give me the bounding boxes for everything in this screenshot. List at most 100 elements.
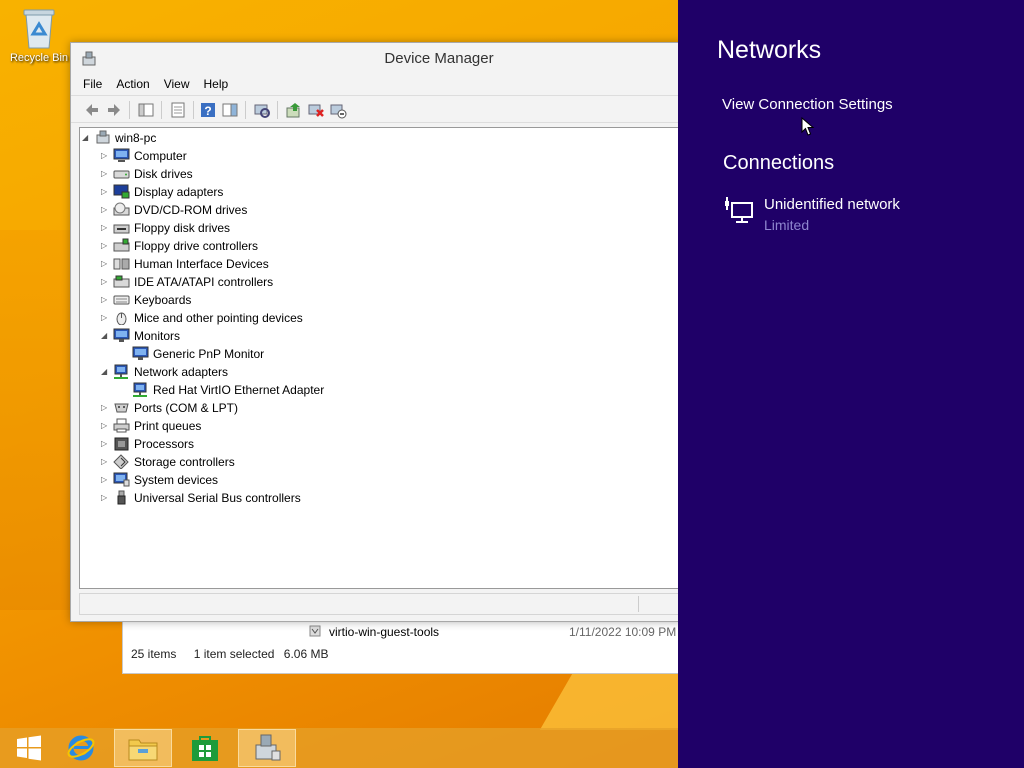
enable-device-icon[interactable]: [329, 101, 347, 119]
expand-arrow-icon[interactable]: ▷: [101, 151, 111, 161]
monitor-icon: [132, 346, 149, 360]
tree-item-label: Storage controllers: [134, 455, 235, 469]
tree-item[interactable]: ▷ DVD/CD-ROM drives: [101, 201, 421, 219]
connections-header: Connections: [723, 152, 835, 174]
collapse-arrow-icon[interactable]: ◢: [82, 133, 92, 143]
connection-status: Limited: [764, 217, 810, 233]
back-arrow-icon[interactable]: [83, 101, 101, 119]
tree-item[interactable]: ▷ Disk drives: [101, 165, 421, 183]
expand-arrow-icon[interactable]: ▷: [101, 439, 111, 449]
tree-item[interactable]: ▷ Print queues: [101, 417, 421, 435]
disk-drive-icon: [113, 170, 130, 179]
scan-hardware-changes-icon[interactable]: [253, 101, 271, 119]
help-icon[interactable]: ?: [199, 101, 217, 119]
tree-item[interactable]: ◢ Network adapters: [101, 363, 421, 381]
tree-item[interactable]: Red Hat VirtIO Ethernet Adapter: [120, 381, 440, 399]
taskbar-store[interactable]: [176, 729, 234, 767]
tree-item[interactable]: ▷ System devices: [101, 471, 421, 489]
tree-item-label: Generic PnP Monitor: [153, 347, 265, 361]
tree-item[interactable]: ▷ Processors: [101, 435, 421, 453]
tree-item-label: Mice and other pointing devices: [134, 311, 303, 325]
expand-arrow-icon[interactable]: ▷: [101, 241, 111, 251]
tree-item[interactable]: ▷ Computer: [101, 147, 421, 165]
tree-item[interactable]: ▷ Floppy disk drives: [101, 219, 421, 237]
tree-item[interactable]: ▷ Ports (COM & LPT): [101, 399, 421, 417]
tree-item-label: Ports (COM & LPT): [134, 401, 239, 415]
tree-item-label: DVD/CD-ROM drives: [134, 203, 248, 217]
view-connection-settings-link[interactable]: View Connection Settings: [722, 96, 893, 113]
title-bar[interactable]: Device Manager: [71, 43, 681, 73]
expand-arrow-icon[interactable]: ▷: [101, 277, 111, 287]
port-icon: [114, 403, 129, 413]
tree-item[interactable]: ◢ Monitors: [101, 327, 421, 345]
collapse-arrow-icon[interactable]: ◢: [101, 367, 111, 377]
expand-arrow-icon[interactable]: ▷: [101, 457, 111, 467]
tree-item[interactable]: Generic PnP Monitor: [120, 345, 440, 363]
tree-item-label: Processors: [134, 437, 195, 451]
tree-item-label: Display adapters: [134, 185, 224, 199]
expand-arrow-icon[interactable]: ▷: [101, 313, 111, 323]
expand-arrow-icon[interactable]: ▷: [101, 295, 111, 305]
toolbar-separator: [129, 101, 130, 119]
tree-item-label: System devices: [134, 473, 219, 487]
collapse-arrow-icon[interactable]: ◢: [101, 331, 111, 341]
recycle-bin-label: Recycle Bin: [9, 52, 69, 64]
file-row[interactable]: virtio-win-guest-tools 1/11/2022 10:09 P…: [309, 623, 679, 641]
selected-count: 1 item selected: [193, 647, 275, 661]
networks-pane: Networks View Connection Settings Connec…: [678, 0, 1024, 768]
menu-bar: File Action View Help: [71, 73, 681, 95]
connection-name: Unidentified network: [764, 196, 900, 213]
taskbar-device-manager[interactable]: [238, 729, 296, 767]
mouse-cursor-icon: [801, 117, 815, 136]
expand-arrow-icon[interactable]: ▷: [101, 259, 111, 269]
explorer-status-bar: 25 items 1 item selected 6.06 MB: [131, 647, 342, 661]
installer-file-icon: [309, 625, 321, 637]
menu-file[interactable]: File: [83, 77, 102, 91]
device-tree[interactable]: ◢ win8-pc ▷ Computer ▷ Disk drives ▷ Display …: [79, 127, 683, 589]
tree-item-label: Computer: [134, 149, 187, 163]
dvd-drive-icon: [113, 202, 130, 216]
expand-arrow-icon[interactable]: ▷: [101, 205, 111, 215]
tree-item[interactable]: ▷ Mice and other pointing devices: [101, 309, 421, 327]
tree-item[interactable]: ▷ Universal Serial Bus controllers: [101, 489, 421, 507]
action-pane-icon[interactable]: [221, 101, 239, 119]
expand-arrow-icon[interactable]: ▷: [101, 475, 111, 485]
tree-item[interactable]: ▷ Human Interface Devices: [101, 255, 421, 273]
tree-root[interactable]: ◢ win8-pc: [82, 129, 382, 147]
menu-view[interactable]: View: [164, 77, 190, 91]
toolbar-separator: [277, 101, 278, 119]
taskbar-file-explorer[interactable]: [114, 729, 172, 767]
tree-item-label: IDE ATA/ATAPI controllers: [134, 275, 274, 289]
uninstall-device-icon[interactable]: [307, 101, 325, 119]
menu-action[interactable]: Action: [116, 77, 149, 91]
start-button[interactable]: [0, 729, 58, 767]
start-icon: [17, 735, 41, 761]
expand-arrow-icon[interactable]: ▷: [101, 421, 111, 431]
forward-arrow-icon[interactable]: [105, 101, 123, 119]
computer-icon: [113, 148, 130, 162]
connection-item[interactable]: Unidentified network Limited: [722, 194, 1002, 240]
hid-icon: [113, 258, 130, 270]
expand-arrow-icon[interactable]: ▷: [101, 169, 111, 179]
tree-item[interactable]: ▷ Floppy drive controllers: [101, 237, 421, 255]
device-manager-icon: [255, 734, 281, 761]
tree-item[interactable]: ▷ IDE ATA/ATAPI controllers: [101, 273, 421, 291]
tree-item-label: Monitors: [134, 329, 181, 343]
taskbar-internet-explorer[interactable]: [52, 729, 110, 767]
tree-item[interactable]: ▷ Storage controllers: [101, 453, 421, 471]
device-manager-window[interactable]: Device Manager File Action View Help ? ◢…: [70, 42, 683, 622]
tree-item-label: Floppy disk drives: [134, 221, 231, 235]
file-explorer-window[interactable]: virtio-win-guest-tools 1/11/2022 10:09 P…: [122, 614, 682, 674]
expand-arrow-icon[interactable]: ▷: [101, 223, 111, 233]
tree-item[interactable]: ▷ Keyboards: [101, 291, 421, 309]
file-explorer-icon: [128, 739, 158, 761]
properties-icon[interactable]: [169, 101, 187, 119]
tree-item[interactable]: ▷ Display adapters: [101, 183, 421, 201]
expand-arrow-icon[interactable]: ▷: [101, 187, 111, 197]
show-hide-console-tree-icon[interactable]: [137, 101, 155, 119]
expand-arrow-icon[interactable]: ▷: [101, 403, 111, 413]
menu-help[interactable]: Help: [204, 77, 229, 91]
expand-arrow-icon[interactable]: ▷: [101, 493, 111, 503]
update-driver-icon[interactable]: [285, 101, 303, 119]
recycle-bin[interactable]: Recycle Bin: [6, 6, 72, 64]
